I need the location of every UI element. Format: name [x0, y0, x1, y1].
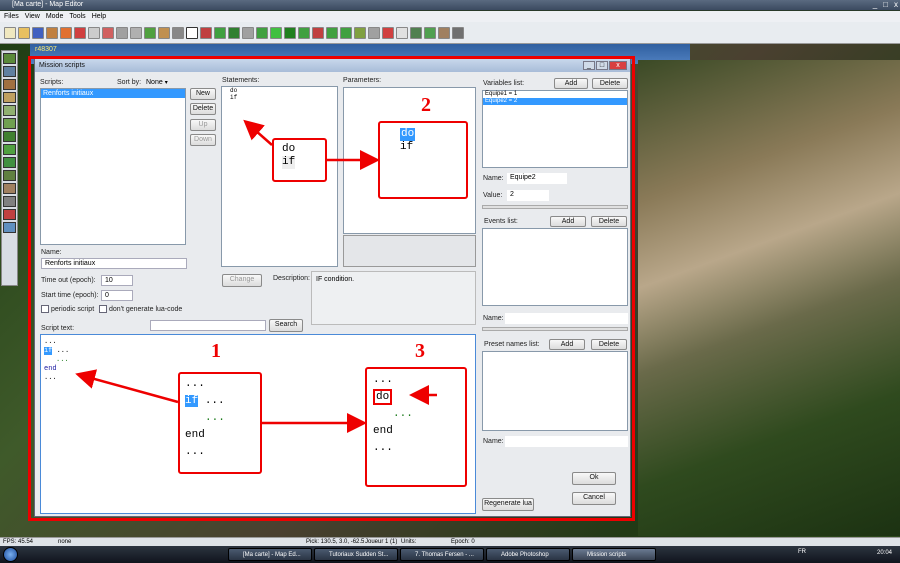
taskbar: [Ma carte] - Map Ed... Tutoriaux Sudden … — [0, 546, 900, 563]
task-mission-scripts[interactable]: Mission scripts — [572, 548, 656, 561]
status-bar: FPS: 45.54 none Pick: 130.5, 3.0, -62.5 … — [0, 537, 900, 546]
arrow-to-editor — [75, 369, 179, 404]
start-button[interactable] — [3, 547, 18, 562]
task-music[interactable]: 7. Thomas Fersen - ... — [400, 548, 484, 561]
task-tutoriaux[interactable]: Tutoriaux Sudden St... — [314, 548, 398, 561]
task-photoshop[interactable]: Adobe Photoshop — [486, 548, 570, 561]
language-indicator[interactable]: FR — [798, 549, 806, 555]
arrow-to-statements — [243, 119, 273, 146]
clock: 20:04 — [877, 550, 893, 556]
annotation-arrows — [75, 119, 437, 433]
task-map-editor[interactable]: [Ma carte] - Map Ed... — [228, 548, 312, 561]
